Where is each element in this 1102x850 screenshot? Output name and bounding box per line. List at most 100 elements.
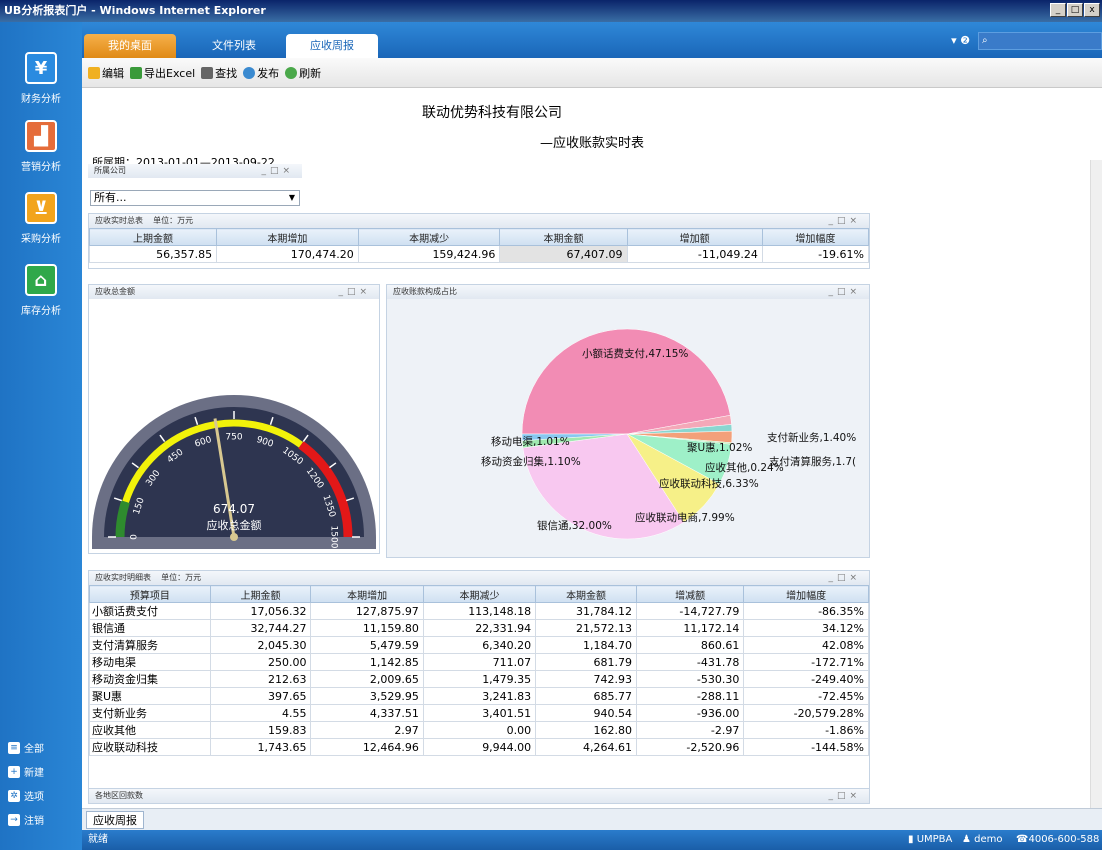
status-app: ▮ UMPBA (908, 834, 953, 845)
help-icon[interactable]: ▾ ❷ (951, 34, 970, 47)
detail-column-header: 本期减少 (422, 585, 537, 603)
panel-window-controls[interactable]: _□× (828, 789, 861, 803)
gear-icon: ✲ (8, 789, 20, 802)
region-panel: 各地区回款数 _□× (88, 788, 870, 804)
status-phone: ☎4006-600-588 (1016, 830, 1099, 850)
house-icon: ⌂ (25, 264, 57, 296)
table-cell: 1,184.70 (535, 636, 637, 654)
publish-label: 发布 (257, 66, 280, 80)
table-cell: -1.86% (743, 721, 869, 739)
company-select[interactable]: 所有... ▼ (90, 190, 300, 206)
export-excel-button[interactable]: 导出Excel (130, 65, 195, 81)
tab-receivables-weekly[interactable]: 应收周报 (286, 34, 378, 58)
company-select-value: 所有... (94, 191, 127, 204)
sidebar-all[interactable]: ≡ 全部 (8, 740, 44, 755)
chart-icon: ▟ (25, 120, 57, 152)
sidebar-logout-label: 注销 (24, 816, 44, 827)
status-bar: 就绪 ▮ UMPBA ♟ demo ☎4006-600-588 (82, 830, 1102, 850)
table-cell: 11,172.14 (635, 619, 745, 637)
search-input[interactable]: ⌕ (978, 32, 1102, 50)
panel-window-controls[interactable]: _□× (828, 285, 861, 299)
table-row: 支付清算服务 2,045.30 5,479.59 6,340.20 1,184.70 86… (89, 636, 869, 654)
table-cell: -288.11 (635, 687, 745, 705)
table-cell: -20,579.28% (743, 704, 869, 722)
tab-my-desktop[interactable]: 我的桌面 (84, 34, 176, 58)
sidebar-item-label: 营销分析 (21, 162, 61, 173)
edit-button[interactable]: 编辑 (88, 65, 124, 81)
sidebar-item-label: 财务分析 (21, 94, 61, 105)
summary-column-header: 上期金额 (88, 228, 218, 246)
sidebar-logout[interactable]: → 注销 (8, 812, 44, 827)
sidebar-item-finance[interactable]: ¥ 财务分析 (0, 52, 82, 105)
summary-cell: 170,474.20 (216, 245, 359, 263)
table-cell: 940.54 (535, 704, 637, 722)
table-cell: 1,479.35 (422, 670, 537, 688)
company-title: 联动优势科技有限公司 (422, 105, 562, 121)
left-sidebar: ¥ 财务分析 ▟ 营销分析 ⊻ 采购分析 ⌂ 库存分析 ≡ 全部 + 新建 ✲ 选项 … (0, 22, 82, 850)
table-row: 聚U惠 397.65 3,529.95 3,241.83 685.77 -288.11 -7… (89, 687, 869, 705)
pie-slice-label: 移动资金归集,1.10% (481, 455, 581, 468)
globe-icon (243, 66, 256, 79)
refresh-button[interactable]: 刷新 (285, 65, 321, 81)
report-content: 联动优势科技有限公司 —应收账款实时表 所属期：2013-01-01—2013-… (82, 88, 1102, 808)
status-user-label: demo (974, 834, 1003, 845)
sidebar-item-marketing[interactable]: ▟ 营销分析 (0, 120, 82, 173)
detail-column-header: 本期增加 (310, 585, 424, 603)
table-cell: -14,727.79 (635, 602, 745, 620)
summary-column-header: 本期金额 (499, 228, 628, 246)
edit-label: 编辑 (102, 66, 124, 80)
bottom-tab-bar: 应收周报 (82, 808, 1102, 830)
summary-cell: -19.61% (761, 245, 870, 263)
minimize-button[interactable]: _ (1050, 3, 1066, 17)
sidebar-item-purchase[interactable]: ⊻ 采购分析 (0, 192, 82, 245)
table-cell: 127,875.97 (310, 602, 424, 620)
binoculars-icon (201, 66, 214, 79)
table-cell: -249.40% (743, 670, 869, 688)
logout-icon: → (8, 813, 20, 826)
maximize-button[interactable]: □ (1067, 3, 1083, 17)
table-cell: -431.78 (635, 653, 745, 671)
table-cell: 移动电渠 (89, 653, 211, 671)
gauge-label: 应收总金额 (207, 518, 262, 532)
refresh-icon (285, 66, 298, 79)
publish-button[interactable]: 发布 (243, 65, 279, 81)
gauge-panel: 应收总金额_□× 百万 0150300450600750900105012001… (88, 284, 380, 554)
pie-slice-label: 应收联动科技,6.33% (659, 477, 759, 490)
pie-slice-label: 应收联动电商,7.99% (635, 511, 735, 524)
table-cell: 21,572.13 (535, 619, 637, 637)
pencil-icon (88, 66, 100, 79)
table-cell: 711.07 (422, 653, 537, 671)
summary-cell: 67,407.09 (499, 245, 628, 263)
table-cell: -86.35% (743, 602, 869, 620)
table-cell: 113,148.18 (422, 602, 537, 620)
sidebar-options-label: 选项 (24, 792, 44, 803)
panel-window-controls[interactable]: _□× (261, 164, 294, 178)
panel-window-controls[interactable]: _□× (828, 214, 861, 228)
table-cell: 742.93 (535, 670, 637, 688)
tab-file-list[interactable]: 文件列表 (188, 34, 280, 58)
chevron-down-icon: ▼ (288, 193, 295, 202)
find-button[interactable]: 查找 (201, 65, 237, 81)
table-cell: -2,520.96 (635, 738, 745, 756)
report-subtitle: —应收账款实时表 (539, 136, 644, 151)
sidebar-new[interactable]: + 新建 (8, 764, 44, 779)
table-cell: 17,056.32 (209, 602, 312, 620)
table-cell: 31,784.12 (535, 602, 637, 620)
table-cell: 3,241.83 (422, 687, 537, 705)
vertical-scrollbar[interactable] (1090, 160, 1102, 808)
bottom-tab-receivables[interactable]: 应收周报 (86, 811, 144, 829)
panel-window-controls[interactable]: _□× (338, 285, 371, 299)
region-panel-header: 各地区回款数 _□× (89, 789, 869, 803)
detail-panel-header: 应收实时明细表 单位：万元 _□× (89, 571, 869, 585)
sidebar-options[interactable]: ✲ 选项 (8, 788, 44, 803)
gauge-tick-label: 750 (225, 433, 242, 443)
detail-column-header: 增加幅度 (743, 585, 869, 603)
pie-panel: 应收账款构成占比 _□× 小额话费支付,47.15% 支付新业务,1.40% 聚U惠,… (386, 284, 870, 558)
table-row: 应收联动科技 1,743.65 12,464.96 9,944.00 4,264.61-… (89, 738, 869, 756)
sidebar-item-inventory[interactable]: ⌂ 库存分析 (0, 264, 82, 317)
close-button[interactable]: x (1084, 3, 1100, 17)
table-cell: 32,744.27 (209, 619, 312, 637)
detail-panel-unit: 单位：万元 (161, 573, 202, 582)
panel-window-controls[interactable]: _□× (828, 571, 861, 585)
find-label: 查找 (215, 66, 238, 80)
